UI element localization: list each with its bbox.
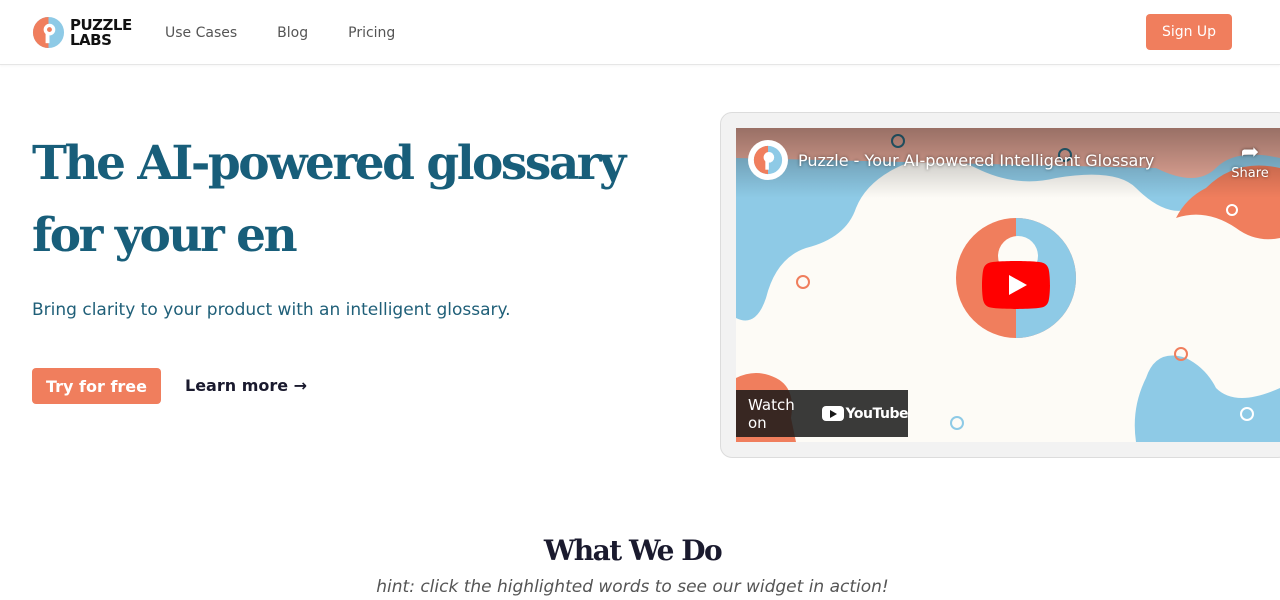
puzzle-labs-logo[interactable]: PUZZLE LABS <box>32 16 132 49</box>
main-nav: Use Cases Blog Pricing <box>165 25 435 41</box>
puzzle-logo-icon <box>753 145 783 175</box>
share-icon: ➦ <box>1240 140 1260 165</box>
channel-avatar[interactable] <box>748 140 788 180</box>
watch-on-youtube-button[interactable]: Watch on YouTube <box>736 390 909 437</box>
nav-use-cases[interactable]: Use Cases <box>165 25 237 41</box>
youtube-embed[interactable]: Puzzle - Your AI-powered Intelligent Glo… <box>736 128 1280 442</box>
hero-subtitle: Bring clarity to your product with an in… <box>32 300 511 320</box>
youtube-label: YouTube <box>845 405 909 422</box>
site-header: PUZZLE LABS Use Cases Blog Pricing Sign … <box>0 0 1280 65</box>
play-icon[interactable] <box>982 261 1050 309</box>
nav-blog[interactable]: Blog <box>277 25 308 41</box>
logo-line-2: LABS <box>70 30 112 49</box>
video-title-row: Puzzle - Your AI-powered Intelligent Glo… <box>748 140 1154 180</box>
logo-wordmark: PUZZLE LABS <box>70 17 132 49</box>
puzzle-logo-icon <box>32 16 65 49</box>
video-title[interactable]: Puzzle - Your AI-powered Intelligent Glo… <box>798 151 1154 170</box>
learn-more-link[interactable]: Learn more → <box>185 376 307 395</box>
share-label: Share <box>1231 166 1269 181</box>
nav-pricing[interactable]: Pricing <box>348 25 395 41</box>
try-for-free-button[interactable]: Try for free <box>32 368 161 404</box>
sign-up-button[interactable]: Sign Up <box>1146 14 1232 50</box>
what-we-do-heading: What We Do <box>543 534 723 567</box>
watch-on-label: Watch on <box>748 395 795 432</box>
share-button[interactable]: ➦ Share <box>1230 140 1270 181</box>
hero-title: The AI-powered glossary for your en <box>32 136 626 263</box>
widget-hint: hint: click the highlighted words to see… <box>376 577 889 597</box>
youtube-icon: YouTube <box>821 405 909 422</box>
